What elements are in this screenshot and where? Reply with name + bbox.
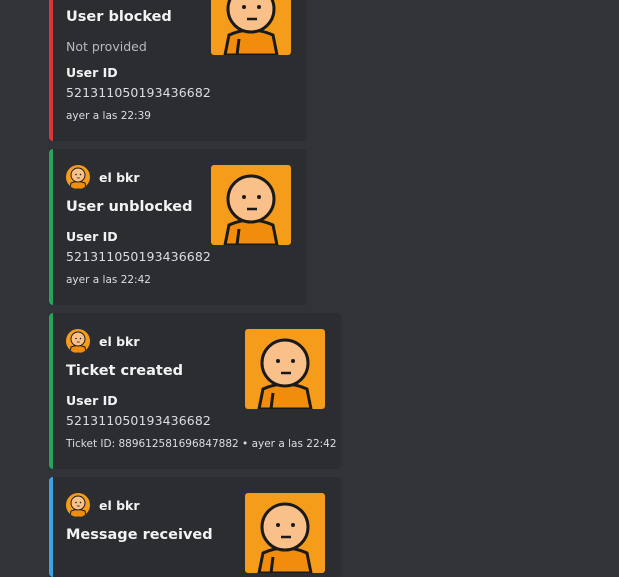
embed-field-value[interactable]: 521311050193436682 <box>66 413 211 428</box>
embed-field-value[interactable]: 521311050193436682 <box>66 85 211 100</box>
author-avatar-icon[interactable] <box>66 165 90 189</box>
embed-accent-bar <box>49 149 53 305</box>
embed-field-value[interactable]: 521311050193436682 <box>66 249 211 264</box>
embed-field-name: User ID <box>66 229 118 244</box>
embed-user-blocked: User blocked Not provided User ID 521311… <box>49 0 307 141</box>
embed-accent-bar <box>49 477 53 577</box>
embed-title: Ticket created <box>66 363 184 379</box>
embed-thumbnail[interactable] <box>211 165 291 245</box>
author-name[interactable]: el bkr <box>99 498 140 513</box>
embed-field-name: User ID <box>66 393 118 408</box>
embed-thumbnail[interactable] <box>245 493 325 573</box>
cartoon-face-avatar-icon <box>211 0 291 55</box>
author-avatar-icon[interactable] <box>66 493 90 517</box>
cartoon-face-avatar-icon <box>211 165 291 245</box>
embed-author: el bkr <box>66 493 140 517</box>
embed-footer: ayer a las 22:39 <box>66 110 151 122</box>
embed-title: Message received <box>66 527 213 543</box>
embed-message-received: el bkr Message received <box>49 477 341 577</box>
embed-description: Not provided <box>66 39 147 54</box>
embed-accent-bar <box>49 313 53 469</box>
embed-user-unblocked: el bkr User unblocked User ID 5213110501… <box>49 149 307 305</box>
embed-thumbnail[interactable] <box>211 0 291 55</box>
embed-title: User blocked <box>66 9 172 25</box>
author-avatar-icon[interactable] <box>66 329 90 353</box>
embed-field-name: User ID <box>66 65 118 80</box>
embed-title: User unblocked <box>66 199 193 215</box>
cartoon-face-avatar-icon <box>245 493 325 573</box>
author-name[interactable]: el bkr <box>99 170 140 185</box>
author-name[interactable]: el bkr <box>99 334 140 349</box>
embed-footer: Ticket ID: 889612581696847882 • ayer a l… <box>66 438 337 450</box>
embed-footer: ayer a las 22:42 <box>66 274 151 286</box>
embed-accent-bar <box>49 0 53 141</box>
cartoon-face-avatar-icon <box>245 329 325 409</box>
embed-thumbnail[interactable] <box>245 329 325 409</box>
embed-author: el bkr <box>66 165 140 189</box>
embed-author: el bkr <box>66 329 140 353</box>
embed-ticket-created: el bkr Ticket created User ID 5213110501… <box>49 313 341 469</box>
